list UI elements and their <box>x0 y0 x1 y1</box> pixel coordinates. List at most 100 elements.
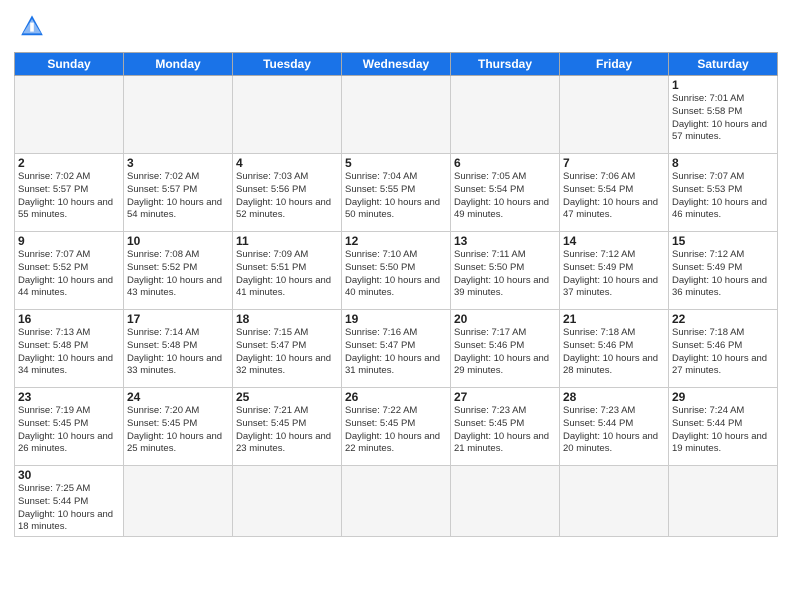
calendar-cell <box>560 466 669 537</box>
calendar-cell: 5Sunrise: 7:04 AMSunset: 5:55 PMDaylight… <box>342 154 451 232</box>
day-info: Sunrise: 7:23 AMSunset: 5:45 PMDaylight:… <box>454 405 556 456</box>
calendar-cell: 4Sunrise: 7:03 AMSunset: 5:56 PMDaylight… <box>233 154 342 232</box>
day-info: Sunrise: 7:13 AMSunset: 5:48 PMDaylight:… <box>18 327 120 378</box>
day-number: 7 <box>563 156 665 170</box>
day-number: 18 <box>236 312 338 326</box>
day-info: Sunrise: 7:10 AMSunset: 5:50 PMDaylight:… <box>345 249 447 300</box>
calendar-cell: 23Sunrise: 7:19 AMSunset: 5:45 PMDayligh… <box>15 388 124 466</box>
calendar-cell: 26Sunrise: 7:22 AMSunset: 5:45 PMDayligh… <box>342 388 451 466</box>
day-number: 14 <box>563 234 665 248</box>
day-number: 20 <box>454 312 556 326</box>
calendar-cell: 6Sunrise: 7:05 AMSunset: 5:54 PMDaylight… <box>451 154 560 232</box>
day-info: Sunrise: 7:19 AMSunset: 5:45 PMDaylight:… <box>18 405 120 456</box>
day-number: 29 <box>672 390 774 404</box>
day-info: Sunrise: 7:18 AMSunset: 5:46 PMDaylight:… <box>563 327 665 378</box>
logo <box>14 10 54 46</box>
day-number: 23 <box>18 390 120 404</box>
day-number: 4 <box>236 156 338 170</box>
header-tuesday: Tuesday <box>233 53 342 76</box>
day-number: 19 <box>345 312 447 326</box>
weekday-header-row: Sunday Monday Tuesday Wednesday Thursday… <box>15 53 778 76</box>
calendar-cell: 8Sunrise: 7:07 AMSunset: 5:53 PMDaylight… <box>669 154 778 232</box>
calendar-row: 16Sunrise: 7:13 AMSunset: 5:48 PMDayligh… <box>15 310 778 388</box>
day-number: 21 <box>563 312 665 326</box>
calendar-cell: 20Sunrise: 7:17 AMSunset: 5:46 PMDayligh… <box>451 310 560 388</box>
calendar-row: 2Sunrise: 7:02 AMSunset: 5:57 PMDaylight… <box>15 154 778 232</box>
day-info: Sunrise: 7:05 AMSunset: 5:54 PMDaylight:… <box>454 171 556 222</box>
day-number: 2 <box>18 156 120 170</box>
calendar-cell <box>451 466 560 537</box>
calendar-cell <box>15 76 124 154</box>
calendar-cell: 18Sunrise: 7:15 AMSunset: 5:47 PMDayligh… <box>233 310 342 388</box>
calendar-cell: 27Sunrise: 7:23 AMSunset: 5:45 PMDayligh… <box>451 388 560 466</box>
calendar-cell: 2Sunrise: 7:02 AMSunset: 5:57 PMDaylight… <box>15 154 124 232</box>
day-info: Sunrise: 7:21 AMSunset: 5:45 PMDaylight:… <box>236 405 338 456</box>
day-number: 12 <box>345 234 447 248</box>
calendar-cell: 12Sunrise: 7:10 AMSunset: 5:50 PMDayligh… <box>342 232 451 310</box>
day-info: Sunrise: 7:02 AMSunset: 5:57 PMDaylight:… <box>18 171 120 222</box>
day-info: Sunrise: 7:03 AMSunset: 5:56 PMDaylight:… <box>236 171 338 222</box>
calendar-cell: 29Sunrise: 7:24 AMSunset: 5:44 PMDayligh… <box>669 388 778 466</box>
day-info: Sunrise: 7:12 AMSunset: 5:49 PMDaylight:… <box>672 249 774 300</box>
calendar-cell: 28Sunrise: 7:23 AMSunset: 5:44 PMDayligh… <box>560 388 669 466</box>
day-number: 11 <box>236 234 338 248</box>
calendar-row: 23Sunrise: 7:19 AMSunset: 5:45 PMDayligh… <box>15 388 778 466</box>
day-info: Sunrise: 7:11 AMSunset: 5:50 PMDaylight:… <box>454 249 556 300</box>
day-number: 13 <box>454 234 556 248</box>
calendar-cell: 21Sunrise: 7:18 AMSunset: 5:46 PMDayligh… <box>560 310 669 388</box>
calendar-cell: 24Sunrise: 7:20 AMSunset: 5:45 PMDayligh… <box>124 388 233 466</box>
header-thursday: Thursday <box>451 53 560 76</box>
day-info: Sunrise: 7:24 AMSunset: 5:44 PMDaylight:… <box>672 405 774 456</box>
calendar-cell: 25Sunrise: 7:21 AMSunset: 5:45 PMDayligh… <box>233 388 342 466</box>
calendar-cell <box>451 76 560 154</box>
calendar-cell <box>669 466 778 537</box>
calendar-cell: 1Sunrise: 7:01 AMSunset: 5:58 PMDaylight… <box>669 76 778 154</box>
calendar-cell: 11Sunrise: 7:09 AMSunset: 5:51 PMDayligh… <box>233 232 342 310</box>
calendar-table: Sunday Monday Tuesday Wednesday Thursday… <box>14 52 778 537</box>
day-number: 8 <box>672 156 774 170</box>
day-number: 3 <box>127 156 229 170</box>
header-monday: Monday <box>124 53 233 76</box>
day-info: Sunrise: 7:02 AMSunset: 5:57 PMDaylight:… <box>127 171 229 222</box>
calendar-row-1: 1Sunrise: 7:01 AMSunset: 5:58 PMDaylight… <box>15 76 778 154</box>
day-number: 22 <box>672 312 774 326</box>
day-number: 28 <box>563 390 665 404</box>
day-info: Sunrise: 7:22 AMSunset: 5:45 PMDaylight:… <box>345 405 447 456</box>
day-info: Sunrise: 7:15 AMSunset: 5:47 PMDaylight:… <box>236 327 338 378</box>
day-info: Sunrise: 7:01 AMSunset: 5:58 PMDaylight:… <box>672 93 774 144</box>
day-info: Sunrise: 7:12 AMSunset: 5:49 PMDaylight:… <box>563 249 665 300</box>
calendar-cell <box>342 76 451 154</box>
day-number: 9 <box>18 234 120 248</box>
calendar-cell: 19Sunrise: 7:16 AMSunset: 5:47 PMDayligh… <box>342 310 451 388</box>
header-friday: Friday <box>560 53 669 76</box>
day-number: 24 <box>127 390 229 404</box>
day-number: 10 <box>127 234 229 248</box>
day-info: Sunrise: 7:04 AMSunset: 5:55 PMDaylight:… <box>345 171 447 222</box>
day-number: 1 <box>672 78 774 92</box>
calendar-row: 9Sunrise: 7:07 AMSunset: 5:52 PMDaylight… <box>15 232 778 310</box>
day-info: Sunrise: 7:18 AMSunset: 5:46 PMDaylight:… <box>672 327 774 378</box>
calendar-cell: 30Sunrise: 7:25 AMSunset: 5:44 PMDayligh… <box>15 466 124 537</box>
calendar-cell: 7Sunrise: 7:06 AMSunset: 5:54 PMDaylight… <box>560 154 669 232</box>
day-info: Sunrise: 7:20 AMSunset: 5:45 PMDaylight:… <box>127 405 229 456</box>
day-number: 26 <box>345 390 447 404</box>
calendar-cell: 9Sunrise: 7:07 AMSunset: 5:52 PMDaylight… <box>15 232 124 310</box>
calendar-cell: 17Sunrise: 7:14 AMSunset: 5:48 PMDayligh… <box>124 310 233 388</box>
calendar-cell: 22Sunrise: 7:18 AMSunset: 5:46 PMDayligh… <box>669 310 778 388</box>
header-saturday: Saturday <box>669 53 778 76</box>
calendar-cell: 13Sunrise: 7:11 AMSunset: 5:50 PMDayligh… <box>451 232 560 310</box>
calendar-cell <box>560 76 669 154</box>
header-wednesday: Wednesday <box>342 53 451 76</box>
day-info: Sunrise: 7:16 AMSunset: 5:47 PMDaylight:… <box>345 327 447 378</box>
page: Sunday Monday Tuesday Wednesday Thursday… <box>0 0 792 612</box>
day-number: 25 <box>236 390 338 404</box>
calendar-row: 30Sunrise: 7:25 AMSunset: 5:44 PMDayligh… <box>15 466 778 537</box>
day-number: 17 <box>127 312 229 326</box>
calendar-cell <box>124 466 233 537</box>
calendar-cell: 16Sunrise: 7:13 AMSunset: 5:48 PMDayligh… <box>15 310 124 388</box>
day-number: 16 <box>18 312 120 326</box>
calendar-cell <box>233 76 342 154</box>
header <box>14 10 778 46</box>
day-info: Sunrise: 7:14 AMSunset: 5:48 PMDaylight:… <box>127 327 229 378</box>
calendar-cell <box>124 76 233 154</box>
